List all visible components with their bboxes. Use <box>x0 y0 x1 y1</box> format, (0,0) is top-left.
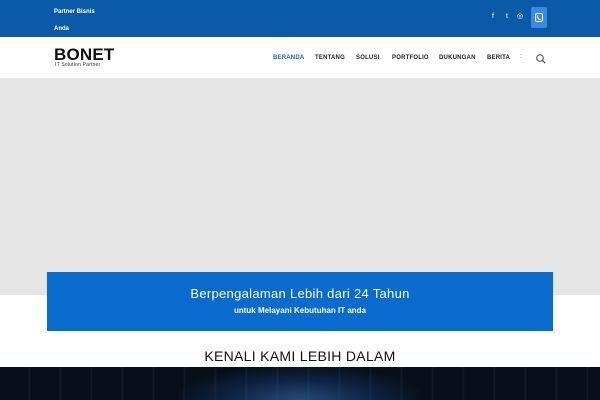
header: BONET IT Solution Partner BERANDA TENTAN… <box>0 37 600 79</box>
banner-subtitle: untuk Melayani Kebutuhan IT anda <box>233 306 366 315</box>
phone-button[interactable] <box>531 7 547 28</box>
nav-dukungan[interactable]: DUKUNGAN <box>439 54 476 62</box>
logo-subtitle: IT Solution Partner <box>55 62 101 68</box>
about-section-background <box>0 367 600 400</box>
nav-tentang[interactable]: TENTANG <box>315 54 345 62</box>
section-title: KENALI KAMI LEBIH DALAM <box>204 348 396 364</box>
nav-solusi[interactable]: SOLUSI <box>356 54 380 62</box>
tagline-line-1: Partner Bisnis <box>54 9 95 15</box>
search-icon <box>536 54 546 64</box>
hero-slider <box>0 79 600 295</box>
instagram-icon[interactable]: ◎ <box>512 10 528 24</box>
tagline: Partner Bisnis Anda <box>54 4 144 38</box>
phone-icon <box>535 13 543 22</box>
top-bar: Partner Bisnis Anda f t ◎ <box>0 0 600 37</box>
background-texture <box>0 367 600 400</box>
nav-berita[interactable]: BERITA <box>487 54 510 62</box>
nav-beranda[interactable]: BERANDA <box>273 54 304 62</box>
logo: BONET <box>54 45 115 64</box>
banner-title: Berpengalaman Lebih dari 24 Tahun <box>190 286 410 301</box>
hero-banner: Berpengalaman Lebih dari 24 Tahun untuk … <box>47 272 553 331</box>
nav-separator: : <box>520 53 522 60</box>
tagline-line-2: Anda <box>54 26 69 32</box>
nav-portfolio[interactable]: PORTFOLIO <box>392 54 429 62</box>
search-button[interactable] <box>535 52 547 64</box>
